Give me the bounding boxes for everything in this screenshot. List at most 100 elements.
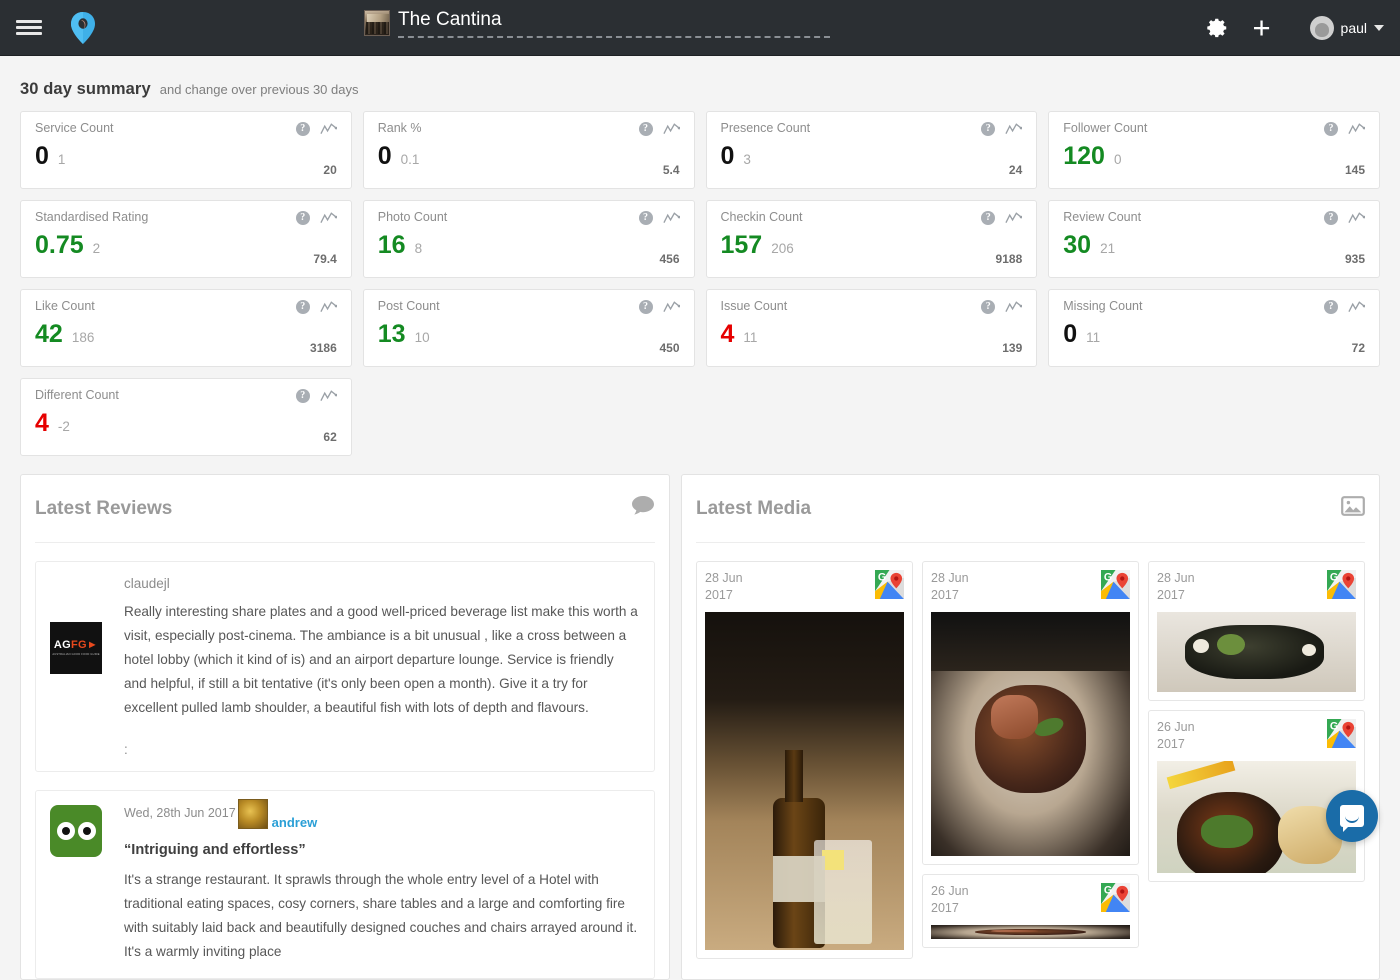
panel-title: Latest Reviews xyxy=(35,497,173,519)
photo-plated-meat-dish xyxy=(931,612,1130,856)
stat-card[interactable]: Different Count? 4 -2 62 xyxy=(20,378,352,456)
help-circle-icon[interactable]: ? xyxy=(295,389,310,403)
stat-value: 30 xyxy=(1063,231,1092,259)
svg-text:G: G xyxy=(1330,721,1338,733)
stat-card[interactable]: Post Count? 13 10 450 xyxy=(362,289,695,367)
chat-launcher-button[interactable] xyxy=(1326,790,1378,842)
stat-delta: 0.1 xyxy=(400,152,420,167)
stat-card-icons: ? xyxy=(981,122,1023,136)
review-text: It's a strange restaurant. It sprawls th… xyxy=(124,872,638,959)
stat-value: 0 xyxy=(377,142,392,170)
line-chart-icon[interactable] xyxy=(320,122,337,136)
stat-card[interactable]: Missing Count? 0 11 72 xyxy=(1048,289,1380,367)
stat-card-icons: ? xyxy=(1324,211,1365,225)
stat-card-icons: ? xyxy=(981,211,1023,225)
stat-value: 16 xyxy=(377,231,406,259)
summary-heading: 30 day summary and change over previous … xyxy=(0,56,1400,99)
help-circle-icon[interactable]: ? xyxy=(1324,300,1338,314)
stat-card[interactable]: Service Count? 0 1 20 xyxy=(20,111,352,189)
stat-label: Standardised Rating xyxy=(35,210,149,224)
comment-bubble-icon[interactable] xyxy=(631,495,655,522)
help-circle-icon[interactable]: ? xyxy=(295,300,310,314)
help-circle-icon[interactable]: ? xyxy=(981,300,996,314)
stat-card[interactable]: Follower Count? 120 0 145 xyxy=(1048,111,1380,189)
stat-total: 79.4 xyxy=(313,252,337,266)
stat-card[interactable]: Standardised Rating? 0.75 2 79.4 xyxy=(20,200,352,278)
line-chart-icon[interactable] xyxy=(1005,300,1023,314)
media-card[interactable]: 28 Jun 2017 G xyxy=(696,561,913,959)
line-chart-icon[interactable] xyxy=(662,122,680,136)
stat-card-icons: ? xyxy=(295,122,337,136)
line-chart-icon[interactable] xyxy=(662,211,680,225)
photo-partial-dish xyxy=(931,925,1130,939)
help-circle-icon[interactable]: ? xyxy=(1324,211,1338,225)
line-chart-icon[interactable] xyxy=(320,300,337,314)
stat-card[interactable]: Checkin Count? 157 206 9188 xyxy=(705,200,1038,278)
media-card[interactable]: 26 Jun 2017 G xyxy=(922,874,1139,948)
review-card[interactable]: Wed, 28th Jun 2017 andrew “Intriguing an… xyxy=(35,790,655,979)
stat-card[interactable]: Photo Count? 16 8 456 xyxy=(362,200,695,278)
stat-total: 72 xyxy=(1351,341,1365,355)
help-circle-icon[interactable]: ? xyxy=(638,211,653,225)
plus-icon: + xyxy=(1252,10,1271,45)
media-column: 28 Jun 2017 G 26 Jun 2017 G xyxy=(1148,561,1365,959)
stat-value: 0 xyxy=(720,142,735,170)
help-circle-icon[interactable]: ? xyxy=(295,211,310,225)
help-circle-icon[interactable]: ? xyxy=(981,211,996,225)
stat-card-icons: ? xyxy=(295,211,337,225)
chevron-down-icon xyxy=(1374,25,1384,31)
map-pin-logo-icon[interactable] xyxy=(68,11,98,45)
reviewer-name-link[interactable]: andrew xyxy=(272,815,318,830)
stat-card[interactable]: Like Count? 42 186 3186 xyxy=(20,289,352,367)
stat-value: 157 xyxy=(720,231,763,259)
stat-label: Presence Count xyxy=(720,121,811,135)
help-circle-icon[interactable]: ? xyxy=(638,300,653,314)
media-date: 28 Jun 2017 xyxy=(1157,571,1195,602)
line-chart-icon[interactable] xyxy=(1348,211,1365,225)
settings-button[interactable] xyxy=(1196,6,1240,50)
review-card[interactable]: AGFG► AUSTRALIAN GOOD FOOD GUIDE claudej… xyxy=(35,561,655,772)
hamburger-icon[interactable] xyxy=(16,15,42,41)
stat-card[interactable]: Rank %? 0 0.1 5.4 xyxy=(362,111,695,189)
line-chart-icon[interactable] xyxy=(320,211,337,225)
stat-value: 4 xyxy=(35,409,49,437)
page-title-group[interactable]: The Cantina xyxy=(364,10,830,38)
review-title: “Intriguing and effortless” xyxy=(124,842,306,858)
user-menu[interactable]: paul xyxy=(1309,16,1384,40)
stat-label: Missing Count xyxy=(1063,299,1143,313)
help-circle-icon[interactable]: ? xyxy=(1324,122,1338,136)
line-chart-icon[interactable] xyxy=(1005,122,1023,136)
help-circle-icon[interactable]: ? xyxy=(981,122,996,136)
review-text: Really interesting share plates and a go… xyxy=(124,604,638,715)
stat-delta: 206 xyxy=(771,241,794,256)
stat-card[interactable]: Review Count? 30 21 935 xyxy=(1048,200,1380,278)
stat-card-icons: ? xyxy=(981,300,1023,314)
stat-card[interactable]: Presence Count? 0 3 24 xyxy=(705,111,1038,189)
stat-delta: 8 xyxy=(414,241,423,256)
stat-delta: 0 xyxy=(1113,152,1122,167)
stat-label: Like Count xyxy=(35,299,95,313)
title-editable-underline[interactable] xyxy=(398,36,830,38)
media-card[interactable]: 28 Jun 2017 G xyxy=(1148,561,1365,701)
user-name: paul xyxy=(1340,20,1367,36)
media-grid: 28 Jun 2017 G 28 Jun 2017 G 26 Jun 2017 G 28 J… xyxy=(696,561,1365,959)
line-chart-icon[interactable] xyxy=(1348,300,1365,314)
media-card[interactable]: 26 Jun 2017 G xyxy=(1148,710,1365,882)
line-chart-icon[interactable] xyxy=(662,300,680,314)
latest-media-panel: Latest Media 28 Jun 2017 G 28 Jun 2017 G 26 … xyxy=(681,474,1380,980)
line-chart-icon[interactable] xyxy=(1348,122,1365,136)
line-chart-icon[interactable] xyxy=(320,389,337,403)
latest-reviews-panel: Latest Reviews AGFG► AUSTRALIAN GOOD FOO… xyxy=(20,474,670,980)
media-card[interactable]: 28 Jun 2017 G xyxy=(922,561,1139,865)
help-circle-icon[interactable]: ? xyxy=(638,122,653,136)
media-column: 28 Jun 2017 G 26 Jun 2017 G xyxy=(922,561,1139,959)
summary-subtitle: and change over previous 30 days xyxy=(159,82,359,97)
line-chart-icon[interactable] xyxy=(1005,211,1023,225)
stat-label: Post Count xyxy=(377,299,440,313)
help-circle-icon[interactable]: ? xyxy=(295,122,310,136)
stat-total: 3186 xyxy=(310,341,337,355)
add-button[interactable]: + xyxy=(1240,6,1284,50)
image-icon[interactable] xyxy=(1341,495,1365,522)
stat-card[interactable]: Issue Count? 4 11 139 xyxy=(705,289,1038,367)
stat-card-icons: ? xyxy=(295,300,337,314)
